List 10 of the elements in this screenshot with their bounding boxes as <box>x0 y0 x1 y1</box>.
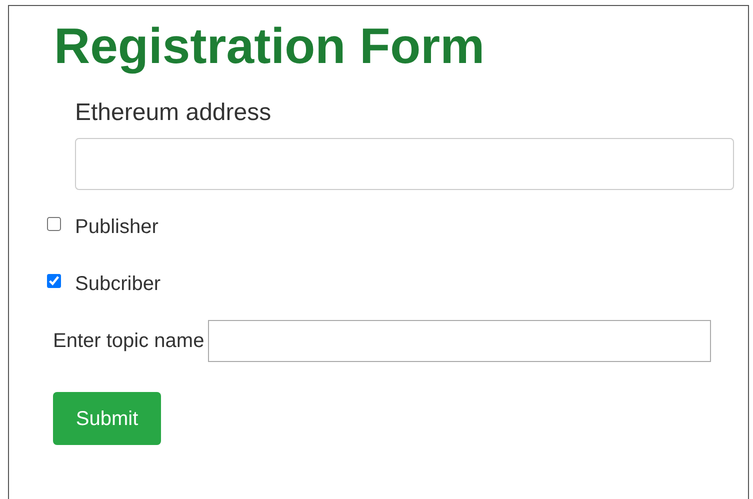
input-field[interactable] <box>208 320 712 362</box>
checkbox-label: Subcriber <box>75 272 161 297</box>
checkbox-label: Publisher <box>75 215 158 240</box>
field-label: Enter topic name <box>53 329 204 354</box>
checkbox[interactable] <box>47 217 61 231</box>
checkbox[interactable] <box>47 274 61 288</box>
field-label: Ethereum address <box>75 98 272 128</box>
input-field[interactable] <box>75 138 734 190</box>
form-title: Registration Form <box>54 17 486 76</box>
submit-button[interactable]: Submit <box>53 392 161 445</box>
